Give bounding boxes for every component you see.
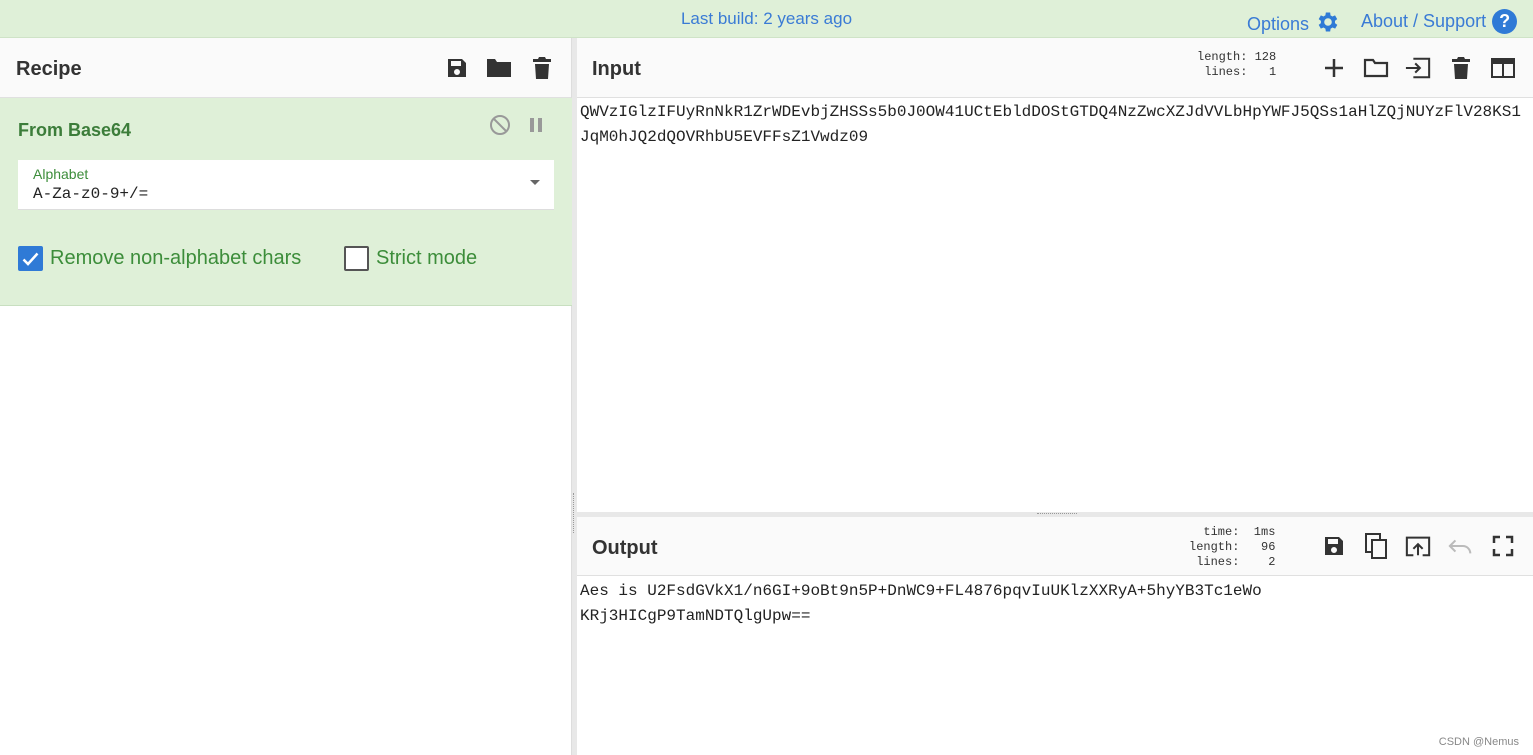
clear-input-trash-icon[interactable]	[1448, 55, 1474, 81]
watermark: CSDN @Nemus	[1438, 736, 1519, 748]
input-text-line-2[interactable]: JqM0hJQ2dQOVRhbU5EVFFsZ1Vwdz09	[580, 125, 868, 150]
chevron-down-icon	[530, 180, 540, 185]
checkbox-checked-icon[interactable]	[18, 246, 43, 271]
top-bar: Last build: 2 years ago Options About / …	[0, 0, 1533, 38]
operation-title: From Base64	[18, 120, 132, 140]
recipe-header: Recipe	[0, 38, 571, 98]
replace-input-with-output-icon[interactable]	[1405, 533, 1431, 559]
load-recipe-folder-icon[interactable]	[486, 55, 512, 81]
recipe-panel: Recipe From Base64 Alphabet A-Za-z0-9+/=	[0, 38, 572, 755]
about-support-button[interactable]: About / Support ?	[1361, 9, 1518, 34]
add-input-tab-icon[interactable]	[1321, 55, 1347, 81]
remove-non-alphabet-checkbox[interactable]: Remove non-alphabet chars	[18, 246, 301, 271]
maximise-output-icon[interactable]	[1490, 533, 1516, 559]
open-file-folder-icon[interactable]	[1363, 55, 1389, 81]
input-stats: length: 128 lines: 1	[1197, 50, 1277, 79]
output-text-line-1[interactable]: Aes is U2FsdGVkX1/n6GI+9oBt9n5P+DnWC9+FL…	[580, 579, 1262, 604]
output-header: Output time: 1ms length: 96 lines: 2	[577, 517, 1533, 576]
input-panel: Input length: 128 lines: 1 QWVzIGlzIFUyR…	[577, 38, 1533, 512]
help-icon: ?	[1492, 9, 1518, 34]
output-title: Output	[592, 537, 658, 559]
recipe-title: Recipe	[16, 58, 82, 80]
checkbox-unchecked-icon[interactable]	[344, 246, 369, 271]
horizontal-grip	[1037, 513, 1077, 516]
input-title: Input	[592, 58, 641, 80]
vertical-grip	[573, 493, 576, 533]
remove-non-alphabet-label: Remove non-alphabet chars	[50, 247, 302, 269]
undo-icon[interactable]	[1448, 533, 1474, 559]
options-button[interactable]: Options	[1247, 9, 1341, 40]
save-recipe-icon[interactable]	[444, 55, 470, 81]
options-label: Options	[1247, 14, 1310, 34]
input-header: Input length: 128 lines: 1	[577, 38, 1533, 98]
alphabet-select[interactable]: Alphabet A-Za-z0-9+/=	[18, 160, 554, 210]
input-text-line-1[interactable]: QWVzIGlzIFUyRnNkR1ZrWDEvbjZHSSs5b0J0OW41…	[580, 100, 1521, 125]
open-input-arrow-icon[interactable]	[1405, 55, 1431, 81]
alphabet-label: Alphabet	[33, 166, 89, 182]
output-panel: Output time: 1ms length: 96 lines: 2 Aes…	[577, 517, 1533, 755]
reset-layout-icon[interactable]	[1490, 55, 1516, 81]
output-text-line-2[interactable]: KRj3HICgP9TamNDTQlgUpw==	[580, 604, 810, 629]
pause-operation-icon[interactable]	[523, 112, 549, 138]
operation-from-base64[interactable]: From Base64 Alphabet A-Za-z0-9+/= Remove…	[0, 98, 572, 306]
copy-output-icon[interactable]	[1363, 533, 1389, 559]
clear-recipe-trash-icon[interactable]	[529, 55, 555, 81]
output-stats: time: 1ms length: 96 lines: 2	[1189, 525, 1276, 569]
alphabet-value: A-Za-z0-9+/=	[33, 185, 149, 203]
save-output-icon[interactable]	[1321, 533, 1347, 559]
disable-operation-icon[interactable]	[487, 112, 513, 138]
strict-mode-checkbox[interactable]: Strict mode	[344, 246, 477, 271]
strict-mode-label: Strict mode	[376, 247, 478, 269]
about-label: About / Support	[1361, 11, 1487, 31]
gear-icon	[1315, 9, 1341, 40]
